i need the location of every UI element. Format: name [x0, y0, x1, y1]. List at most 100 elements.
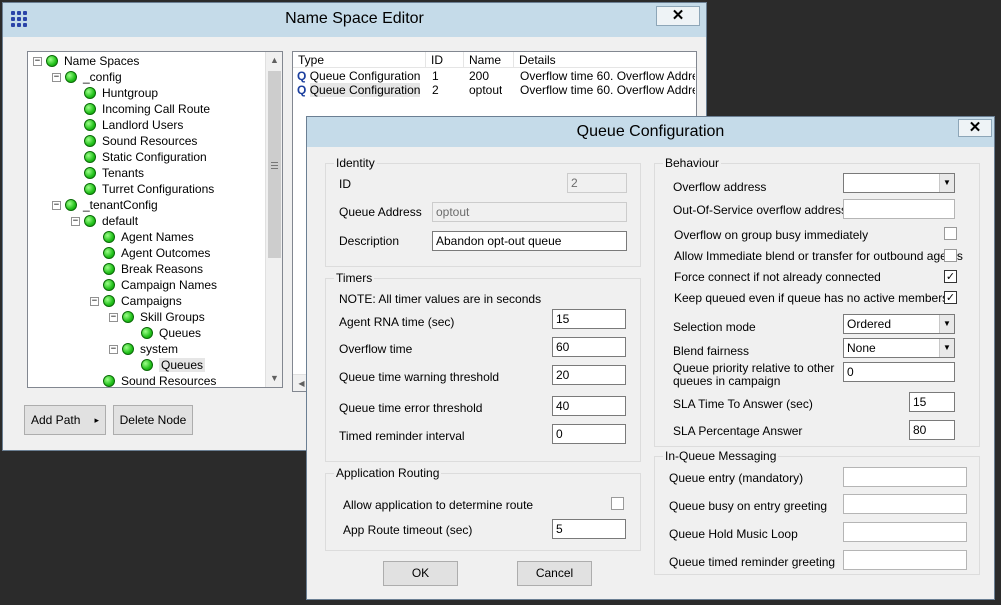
cancel-button[interactable]: Cancel — [517, 561, 592, 586]
green-node-icon — [84, 135, 96, 147]
description-field[interactable]: Abandon opt-out queue — [432, 231, 627, 251]
tree-node[interactable]: Sound Resources — [71, 133, 197, 149]
chevron-down-icon[interactable]: ▼ — [939, 315, 954, 333]
add-path-button[interactable]: Add Path ▸ — [24, 405, 106, 435]
reminder-interval-field[interactable]: 0 — [552, 424, 626, 444]
immediate-blend-checkbox[interactable] — [944, 249, 957, 262]
error-threshold-label: Queue time error threshold — [339, 401, 483, 415]
selection-mode-dropdown[interactable]: Ordered ▼ — [843, 314, 955, 334]
tree-node-label: Campaign Names — [121, 278, 218, 292]
oos-address-field[interactable] — [843, 199, 955, 219]
tree-node[interactable]: Queues — [128, 325, 201, 341]
tree-node[interactable]: Campaign Names — [90, 277, 217, 293]
scroll-up-icon[interactable]: ▲ — [266, 52, 282, 69]
queue-busy-field[interactable] — [843, 494, 967, 514]
sla-time-label: SLA Time To Answer (sec) — [673, 397, 813, 411]
green-node-icon — [84, 103, 96, 115]
qc-title: Queue Configuration — [576, 123, 725, 140]
queue-entry-field[interactable] — [843, 467, 967, 487]
tree-vertical-scrollbar[interactable]: ▲ ▼ — [265, 52, 282, 387]
list-item[interactable]: Q Queue Configuration 2 optout Overflow … — [293, 83, 696, 97]
column-type[interactable]: Type — [293, 52, 426, 68]
nse-title: Name Space Editor — [285, 10, 424, 27]
tree-collapse-icon[interactable]: − — [71, 216, 80, 226]
queue-icon: Q — [297, 69, 307, 83]
tree-collapse-icon[interactable]: − — [109, 344, 118, 354]
tree-node[interactable]: − Skill Groups — [109, 309, 205, 325]
tree-node[interactable]: − _tenantConfig — [52, 197, 158, 213]
busy-immediately-checkbox[interactable] — [944, 227, 957, 240]
id-field: 2 — [567, 173, 627, 193]
tree-node[interactable]: − system — [109, 341, 178, 357]
error-threshold-field[interactable]: 40 — [552, 396, 626, 416]
app-route-timeout-field[interactable]: 5 — [552, 519, 626, 539]
tree-collapse-icon[interactable]: − — [52, 200, 61, 210]
tree-node[interactable]: Incoming Call Route — [71, 101, 210, 117]
tree-node-label: Turret Configurations — [102, 182, 215, 196]
force-connect-label: Force connect if not already connected — [674, 270, 881, 284]
item-details: Overflow time 60. Overflow Address < — [520, 83, 695, 97]
force-connect-checkbox[interactable]: ✓ — [944, 270, 957, 283]
tree-collapse-icon[interactable]: − — [52, 72, 61, 82]
tree-node[interactable]: Static Configuration — [71, 149, 207, 165]
qc-close-button[interactable]: ✕ — [958, 119, 992, 137]
qc-client: Identity ID 2 Queue Address optout Descr… — [311, 147, 990, 595]
tree-node-label: Agent Names — [121, 230, 194, 244]
nse-titlebar[interactable]: Name Space Editor ✕ — [3, 3, 706, 37]
tree-node[interactable]: Queues — [128, 357, 206, 373]
warning-threshold-field[interactable]: 20 — [552, 365, 626, 385]
timed-reminder-field[interactable] — [843, 550, 967, 570]
sla-time-field[interactable]: 15 — [909, 392, 955, 412]
nse-close-button[interactable]: ✕ — [656, 6, 700, 26]
overflow-time-field[interactable]: 60 — [552, 337, 626, 357]
hold-music-field[interactable] — [843, 522, 967, 542]
tree-node-label: Sound Resources — [102, 134, 198, 148]
agent-rna-field[interactable]: 15 — [552, 309, 626, 329]
queue-priority-field[interactable]: 0 — [843, 362, 955, 382]
hold-music-label: Queue Hold Music Loop — [669, 527, 798, 541]
sla-percentage-field[interactable]: 80 — [909, 420, 955, 440]
column-details[interactable]: Details — [514, 52, 696, 68]
qc-titlebar[interactable]: Queue Configuration ✕ — [307, 117, 994, 147]
green-node-icon — [84, 183, 96, 195]
tree-node[interactable]: Landlord Users — [71, 117, 183, 133]
timers-group: Timers NOTE: All timer values are in sec… — [325, 271, 641, 462]
tree-node[interactable]: − default — [71, 213, 138, 229]
application-routing-group: Application Routing Allow application to… — [325, 466, 641, 551]
item-id: 1 — [432, 69, 439, 83]
allow-route-checkbox[interactable] — [611, 497, 624, 510]
overflow-address-dropdown[interactable]: ▼ — [843, 173, 955, 193]
tree-collapse-icon[interactable]: − — [33, 56, 42, 66]
ok-button[interactable]: OK — [383, 561, 458, 586]
tree-node-label: Queues — [159, 326, 202, 340]
green-node-icon — [141, 327, 153, 339]
scrollbar-thumb[interactable] — [268, 71, 281, 258]
list-item[interactable]: Q Queue Configuration 1 200 Overflow tim… — [293, 69, 696, 83]
tree-node[interactable]: Agent Outcomes — [90, 245, 210, 261]
namespace-tree[interactable]: Sound Resources Queues − system Queues − Skill… — [27, 51, 283, 388]
tree-node[interactable]: Huntgroup — [71, 85, 158, 101]
tree-node[interactable]: Turret Configurations — [71, 181, 214, 197]
column-id[interactable]: ID — [426, 52, 464, 68]
green-node-icon — [46, 55, 58, 67]
chevron-down-icon[interactable]: ▼ — [939, 174, 954, 192]
tree-node[interactable]: Break Reasons — [90, 261, 203, 277]
column-name[interactable]: Name — [464, 52, 514, 68]
queue-busy-label: Queue busy on entry greeting — [669, 499, 828, 513]
item-type: Queue Configuration — [309, 83, 421, 97]
delete-node-button[interactable]: Delete Node — [113, 405, 193, 435]
tree-node[interactable]: Tenants — [71, 165, 144, 181]
tree-node[interactable]: Sound Resources — [90, 373, 216, 387]
tree-node[interactable]: − Name Spaces — [33, 53, 139, 69]
keep-queued-checkbox[interactable]: ✓ — [944, 291, 957, 304]
tree-node[interactable]: − Campaigns — [90, 293, 182, 309]
tree-node[interactable]: Agent Names — [90, 229, 194, 245]
keep-queued-label: Keep queued even if queue has no active … — [674, 291, 949, 305]
tree-collapse-icon[interactable]: − — [90, 296, 99, 306]
scroll-down-icon[interactable]: ▼ — [266, 370, 282, 387]
tree-node[interactable]: − _config — [52, 69, 122, 85]
blend-fairness-label: Blend fairness — [673, 344, 750, 358]
blend-fairness-dropdown[interactable]: None ▼ — [843, 338, 955, 358]
chevron-down-icon[interactable]: ▼ — [939, 339, 954, 357]
tree-collapse-icon[interactable]: − — [109, 312, 118, 322]
